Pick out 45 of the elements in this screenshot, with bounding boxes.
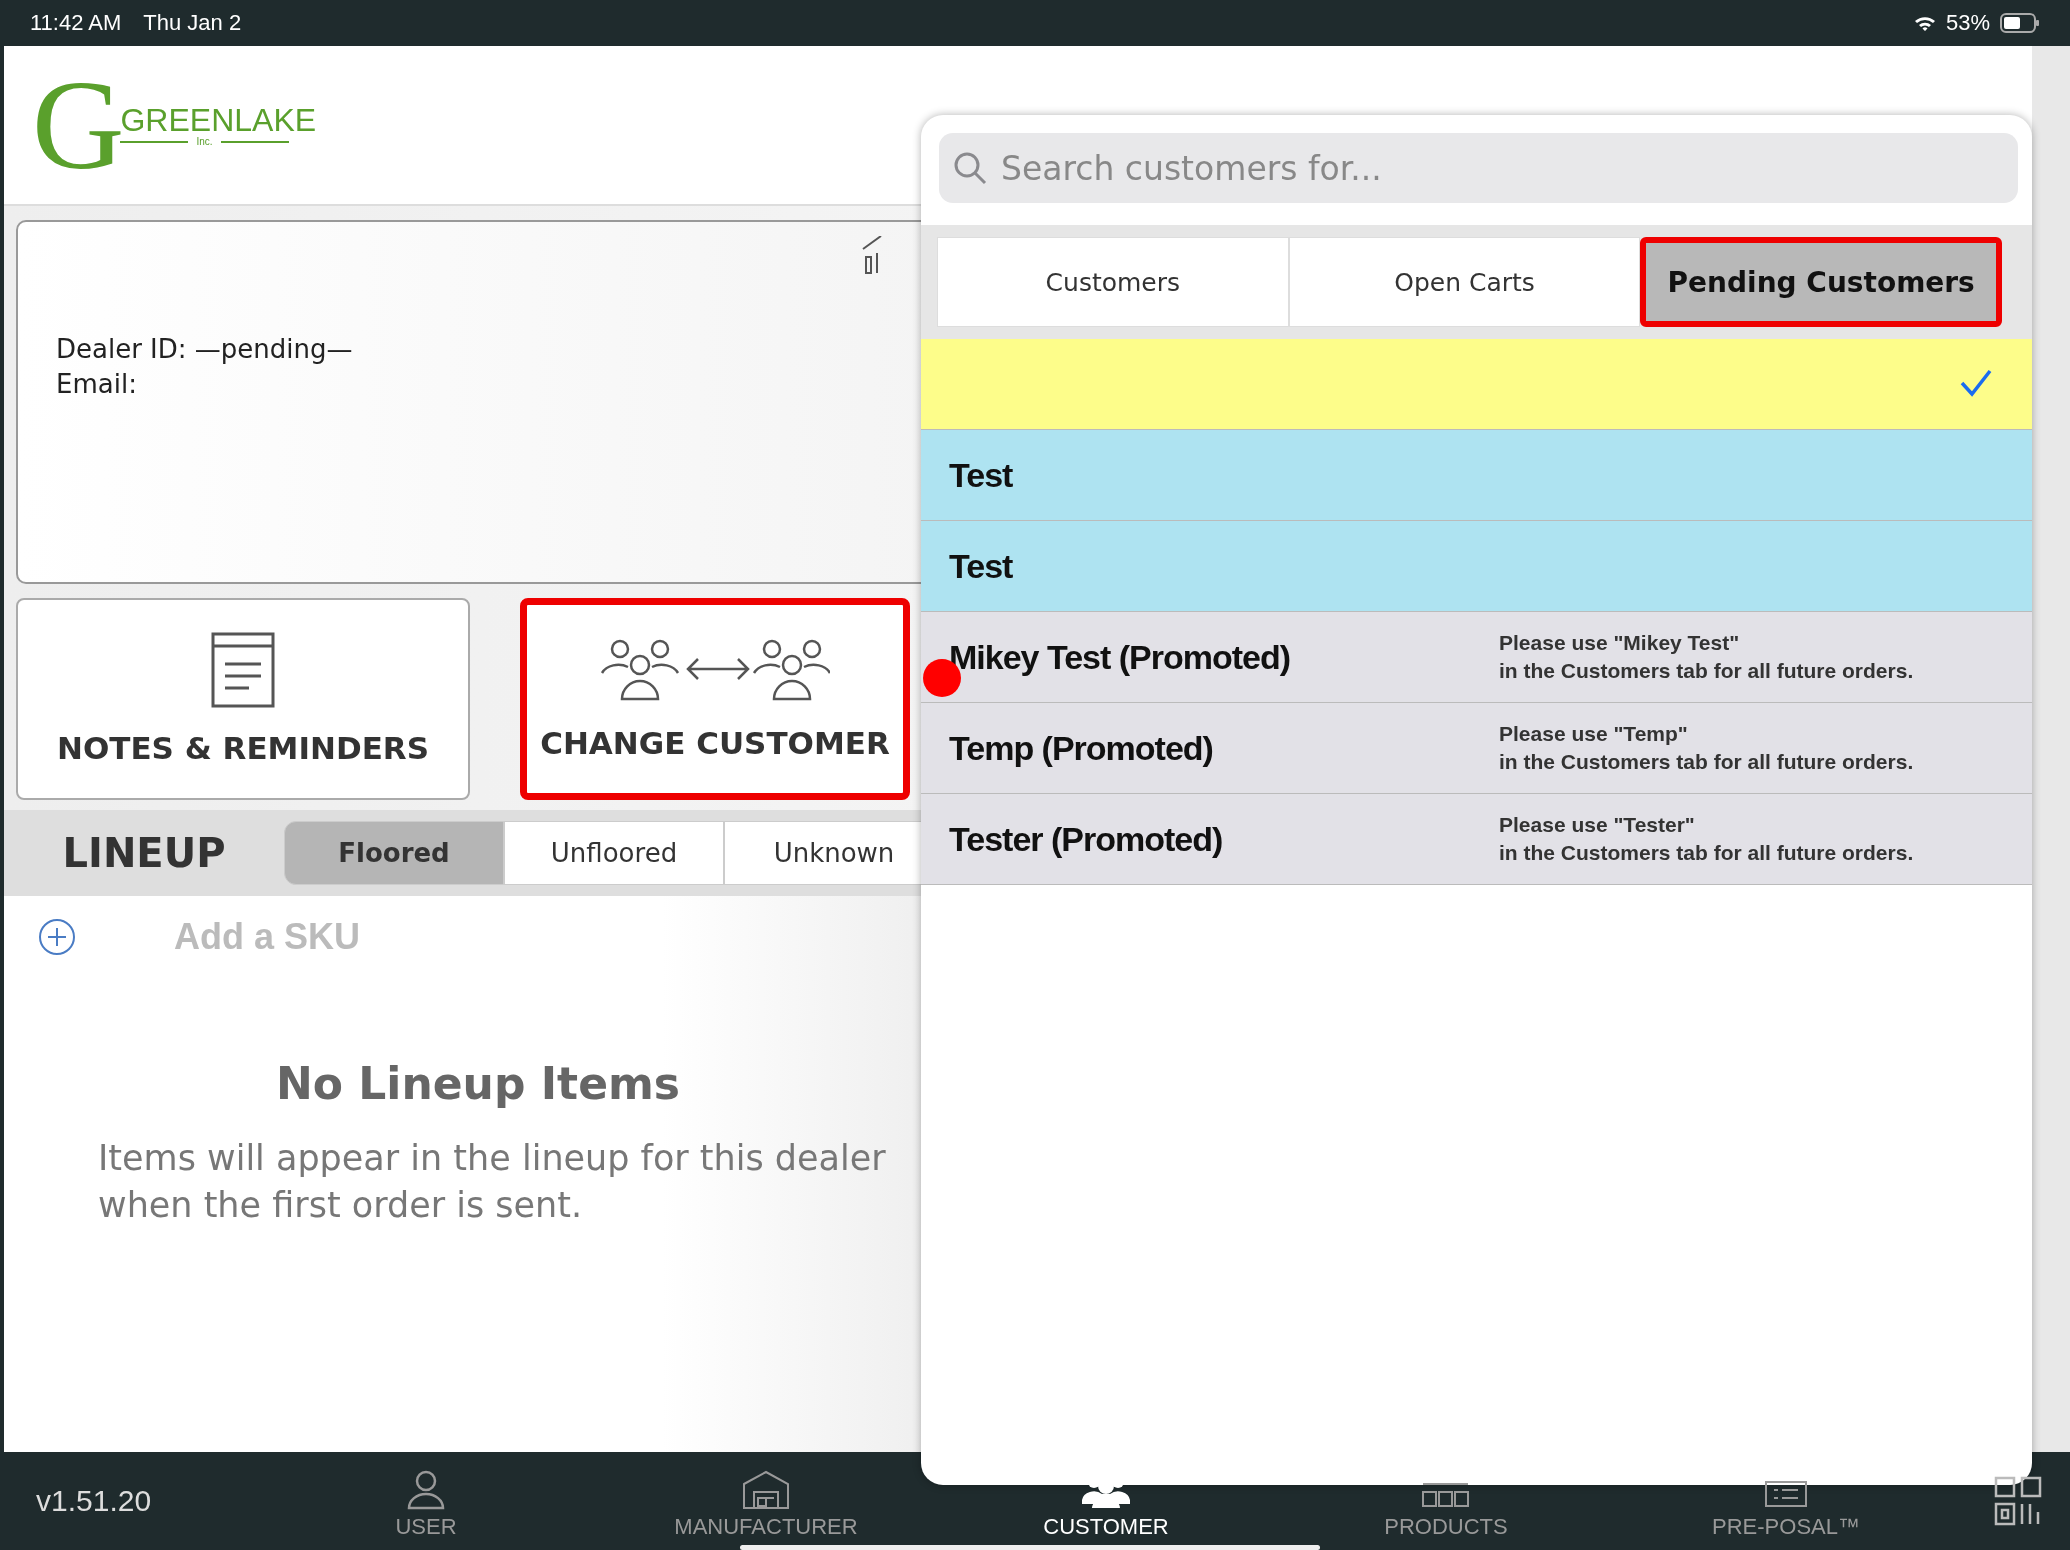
empty-message: Items will appear in the lineup for this dealer when the first order is sent. <box>98 1137 887 1228</box>
customer-row[interactable]: Test <box>921 430 2032 521</box>
empty-title: No Lineup Items <box>274 1058 682 1109</box>
customer-name: Test <box>949 546 1014 586</box>
document-icon <box>211 632 275 708</box>
person-icon <box>406 1470 446 1510</box>
customer-note: Please use "Tester" in the Customers tab for all future orders. <box>1499 811 1914 866</box>
dealer-email: Email: <box>56 368 138 401</box>
customer-row[interactable]: Temp (Promoted) Please use "Temp" in the Customers tab for all future orders. <box>921 703 2032 794</box>
customer-row[interactable]: Test <box>921 521 2032 612</box>
segment-tab[interactable]: Customers <box>937 237 1289 327</box>
lineup-tab[interactable]: Unfloored <box>504 821 724 885</box>
customer-row[interactable]: Mikey Test (Promoted) Please use "Mikey Test" in the Customers tab for all future orders. <box>921 612 2032 703</box>
warehouse-icon <box>742 1470 790 1510</box>
customer-row[interactable]: Tester (Promoted) Please use "Tester" in the Customers tab for all future orders. <box>921 794 2032 885</box>
customer-note: Please use "Mikey Test" in the Customers tab for all future orders. <box>1499 629 1914 684</box>
battery-percent: 53% <box>1945 10 1990 36</box>
qr-icon[interactable] <box>1994 1476 2042 1526</box>
status-time: 11:42 AM <box>30 10 122 36</box>
nav-tab[interactable]: PRE-POSAL™ <box>1616 1470 1956 1550</box>
lineup-tab[interactable]: Floored <box>284 821 504 885</box>
dealer-id: Dealer ID: —pending— <box>56 332 354 366</box>
lineup-title: LINEUP <box>61 830 227 876</box>
search-field[interactable]: Search customers for... <box>999 147 2018 189</box>
battery-icon <box>2000 13 2040 33</box>
segment-tab[interactable]: Open Carts <box>1288 237 1641 327</box>
customer-name: Test <box>949 455 1014 495</box>
swap-people-icon <box>600 637 830 703</box>
customer-name: Mikey Test (Promoted) <box>949 637 1292 677</box>
customer-name: Tester (Promoted) <box>949 819 1224 859</box>
add-icon[interactable] <box>38 918 76 956</box>
customer-note: Please use "Temp" in the Customers tab for all future orders. <box>1499 720 1914 775</box>
search-icon <box>953 151 987 185</box>
notes-button[interactable]: NOTES & REMINDERS <box>16 598 470 800</box>
segment-tab[interactable]: Pending Customers <box>1640 237 2002 327</box>
customer-name: Temp (Promoted) <box>949 728 1214 768</box>
checkmark-icon <box>1960 369 1992 397</box>
version-label: v1.51.20 <box>36 1484 153 1518</box>
search-bar[interactable]: Search customers for... <box>939 133 2018 203</box>
wifi-icon <box>1913 14 1936 32</box>
nav-tab[interactable]: USER <box>256 1470 596 1550</box>
nav-tab[interactable]: PRODUCTS <box>1276 1470 1616 1550</box>
nav-tab[interactable]: CUSTOMER <box>936 1470 1276 1550</box>
status-date: Thu Jan 2 <box>143 10 242 36</box>
change-customer-button[interactable]: CHANGE CUSTOMER <box>520 598 910 800</box>
